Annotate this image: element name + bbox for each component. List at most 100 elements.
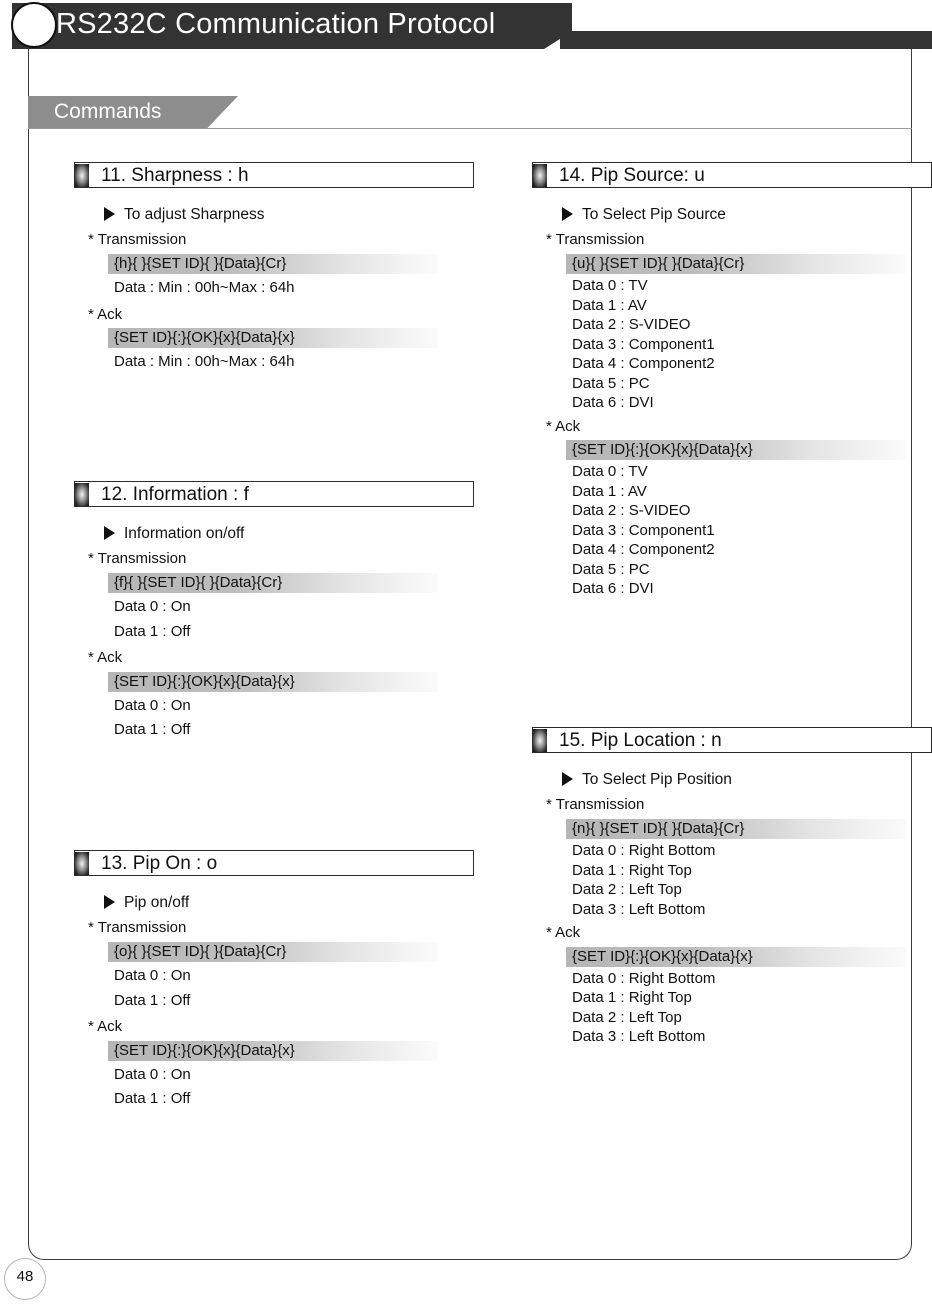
command-block: 14. Pip Source: u To Select Pip Source * T… [532, 162, 932, 599]
command-block: 15. Pip Location : n To Select Pip Positi… [532, 727, 932, 1047]
ack-data-line: Data 0 : On [114, 1065, 191, 1083]
ack-label: * Ack [546, 417, 581, 435]
ack-data-line: Data 6 : DVI [572, 580, 654, 598]
transmission-data-line: Data 3 : Component1 [572, 335, 715, 353]
transmission-code: {n}{ }{SET ID}{ }{Data}{Cr} [566, 819, 906, 840]
circle-outline-icon [11, 2, 57, 48]
command-purpose-label: To Select Pip Position [582, 771, 732, 788]
ack-data-line: Data 2 : Left Top [572, 1008, 682, 1026]
command-title-box: 14. Pip Source: u [532, 162, 932, 188]
transmission-label: * Transmission [546, 796, 645, 814]
transmission-label: * Transmission [546, 231, 645, 249]
transmission-label: * Transmission [88, 231, 187, 249]
command-purpose-label: To Select Pip Source [582, 206, 726, 223]
command-body: To Select Pip Position * Transmission {n}{… [532, 753, 932, 1047]
page-header: RS232C Communication Protocol [0, 0, 932, 52]
command-purpose: To adjust Sharpness [104, 204, 474, 226]
transmission-data-line: Data 2 : Left Top [572, 881, 682, 899]
command-title-label: 14. Pip Source: u [559, 164, 705, 186]
ack-code: {SET ID}{:}{OK}{x}{Data}{x} [566, 440, 906, 461]
transmission-data-line: Data 0 : On [114, 967, 191, 985]
transmission-label: * Transmission [88, 550, 187, 568]
ack-code: {SET ID}{:}{OK}{x}{Data}{x} [566, 946, 906, 967]
transmission-data-line: Data 1 : Right Top [572, 861, 692, 879]
triangle-right-icon [562, 207, 573, 221]
transmission-data-line: Data 1 : AV [572, 296, 647, 314]
transmission-code: {o}{ }{SET ID}{ }{Data}{Cr} [108, 942, 438, 963]
ack-code: {SET ID}{:}{OK}{x}{Data}{x} [108, 671, 438, 692]
transmission-data-line: Data 3 : Left Bottom [572, 900, 706, 918]
command-purpose-label: Pip on/off [124, 894, 190, 911]
page-number-label: 48 [16, 1268, 34, 1285]
command-purpose-label: To adjust Sharpness [124, 206, 265, 223]
ack-data-line: Data 3 : Component1 [572, 521, 715, 539]
command-title-box: 11. Sharpness : h [74, 162, 474, 188]
command-purpose: Pip on/off [104, 892, 474, 914]
transmission-data-line: Data 4 : Component2 [572, 355, 715, 373]
bullet-gem-icon [533, 728, 547, 752]
page-title: RS232C Communication Protocol [56, 8, 496, 40]
ack-data-line: Data 1 : Right Top [572, 989, 692, 1007]
transmission-code: {f}{ }{SET ID}{ }{Data}{Cr} [108, 573, 438, 594]
command-body: Information on/off * Transmission {f}{ }{S… [74, 507, 474, 742]
transmission-label: * Transmission [88, 919, 187, 937]
ack-label: * Ack [546, 924, 581, 942]
transmission-code: {u}{ }{SET ID}{ }{Data}{Cr} [566, 254, 906, 275]
triangle-right-icon [562, 772, 573, 786]
command-body: To adjust Sharpness * Transmission {h}{ }{… [74, 188, 474, 375]
ack-data-line: Data 1 : Off [114, 1089, 191, 1107]
ack-label: * Ack [88, 305, 123, 323]
transmission-data-line: Data 5 : PC [572, 374, 650, 392]
transmission-code: {h}{ }{SET ID}{ }{Data}{Cr} [108, 254, 438, 275]
ack-data-line: Data 2 : S-VIDEO [572, 502, 691, 520]
command-purpose: To Select Pip Source [562, 204, 932, 226]
ack-label: * Ack [88, 648, 123, 666]
ack-data-line: Data 0 : Right Bottom [572, 969, 716, 987]
command-block: 11. Sharpness : h To adjust Sharpness * Tr… [74, 162, 474, 375]
command-title-label: 13. Pip On : o [101, 852, 218, 874]
command-purpose: Information on/off [104, 523, 474, 545]
bullet-gem-icon [75, 482, 89, 506]
command-body: To Select Pip Source * Transmission {u}{ }… [532, 188, 932, 599]
command-body: Pip on/off * Transmission {o}{ }{SET ID}{ … [74, 876, 474, 1111]
command-title-box: 13. Pip On : o [74, 850, 474, 876]
ack-data-line: Data 4 : Component2 [572, 541, 715, 559]
section-tab-commands: Commands [28, 96, 238, 129]
section-divider [28, 128, 912, 129]
transmission-data-line: Data 1 : Off [114, 991, 191, 1009]
transmission-data-line: Data 1 : Off [114, 622, 191, 640]
ack-data-line: Data 5 : PC [572, 560, 650, 578]
header-bar-right-extension [560, 31, 932, 49]
triangle-right-icon [104, 207, 115, 221]
transmission-data-line: Data 0 : Right Bottom [572, 842, 716, 860]
command-block: 12. Information : f Information on/off * T… [74, 481, 474, 742]
ack-data-line: Data 0 : TV [572, 463, 648, 481]
ack-data-line: Data 1 : AV [572, 482, 647, 500]
bullet-gem-icon [75, 163, 89, 187]
bullet-gem-icon [533, 163, 547, 187]
command-title-box: 12. Information : f [74, 481, 474, 507]
ack-data-line: Data 1 : Off [114, 720, 191, 738]
bullet-gem-icon [75, 851, 89, 875]
page-number: 48 [4, 1258, 46, 1300]
transmission-data-line: Data 6 : DVI [572, 394, 654, 412]
section-tab-label: Commands [54, 100, 162, 123]
transmission-data-line: Data 0 : On [114, 598, 191, 616]
command-purpose: To Select Pip Position [562, 769, 932, 791]
command-title-label: 12. Information : f [101, 483, 249, 505]
command-block: 13. Pip On : o Pip on/off * Transmission {o… [74, 850, 474, 1111]
ack-data-line: Data 0 : On [114, 696, 191, 714]
triangle-right-icon [104, 526, 115, 540]
command-title-label: 11. Sharpness : h [101, 164, 249, 186]
ack-code: {SET ID}{:}{OK}{x}{Data}{x} [108, 328, 438, 349]
command-title-label: 15. Pip Location : n [559, 729, 722, 751]
transmission-data-line: Data 2 : S-VIDEO [572, 316, 691, 334]
command-purpose-label: Information on/off [124, 525, 245, 542]
ack-code: {SET ID}{:}{OK}{x}{Data}{x} [108, 1040, 438, 1061]
transmission-data-line: Data : Min : 00h~Max : 64h [114, 279, 295, 297]
transmission-data-line: Data 0 : TV [572, 277, 648, 295]
triangle-right-icon [104, 895, 115, 909]
ack-data-line: Data 3 : Left Bottom [572, 1028, 706, 1046]
command-title-box: 15. Pip Location : n [532, 727, 932, 753]
ack-data-line: Data : Min : 00h~Max : 64h [114, 353, 295, 371]
